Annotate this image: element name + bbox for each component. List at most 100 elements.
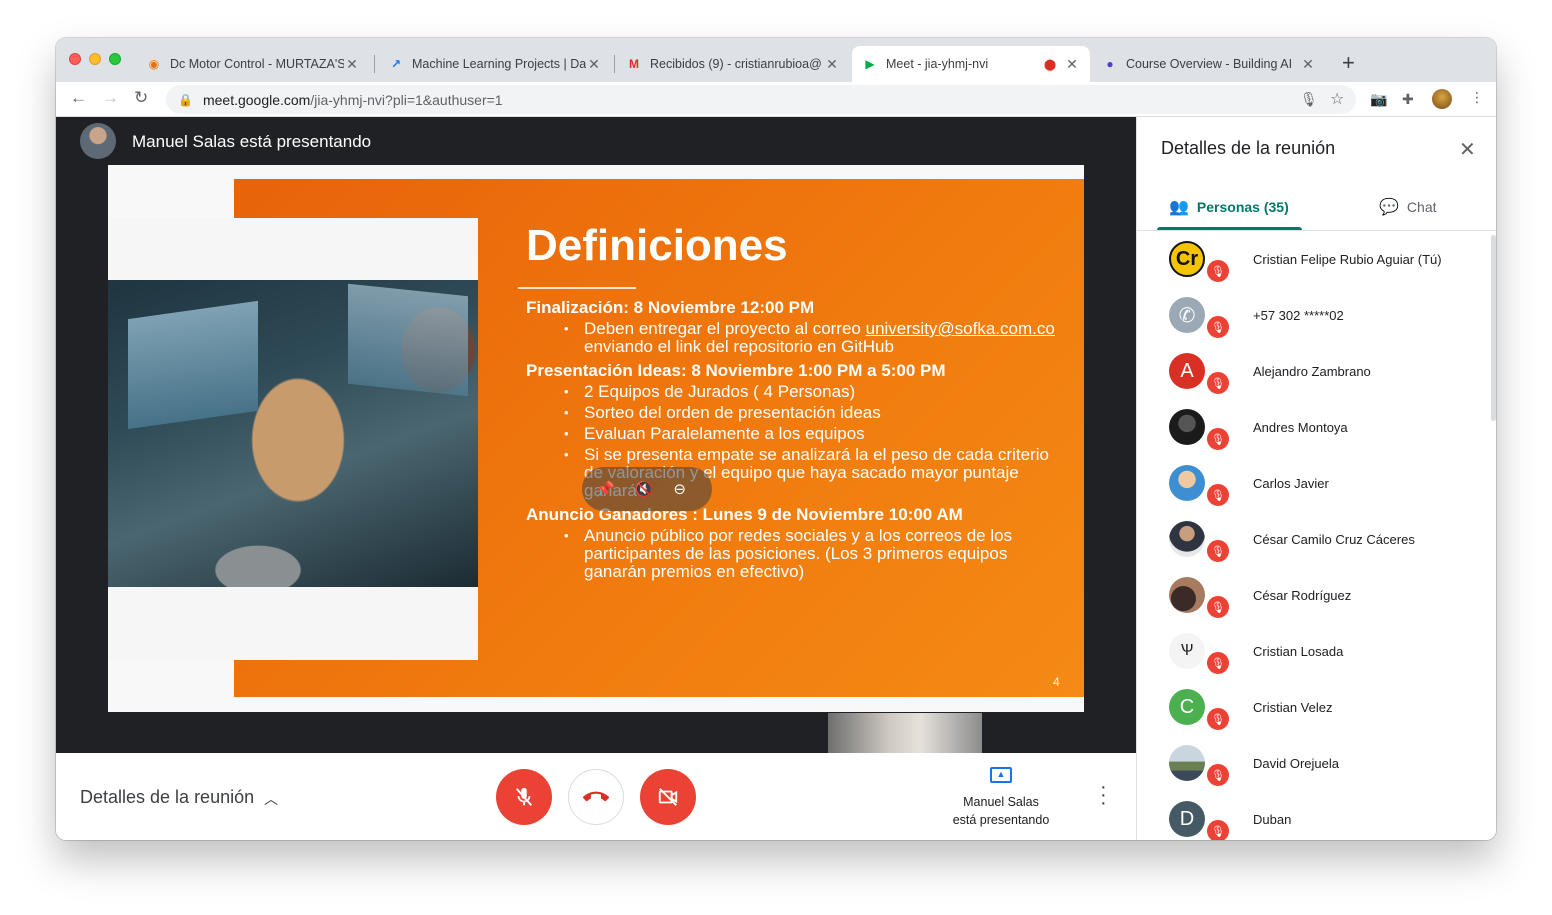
browser-tab-4-active[interactable]: ▶ Meet - jia-yhmj-nvi ⬤ ✕: [852, 46, 1090, 82]
remove-tile-icon[interactable]: ⊖: [673, 480, 686, 498]
lock-icon: 🔒: [178, 92, 193, 107]
slide-bullet: 2 Equipos de Jurados ( 4 Personas): [564, 383, 1066, 402]
browser-tab-3[interactable]: M Recibidos (9) - cristianrubioa@ ✕: [616, 46, 850, 82]
forward-icon[interactable]: →: [102, 88, 119, 108]
muted-mic-icon: 🎙: [1205, 482, 1231, 508]
microphone-off-button[interactable]: [496, 769, 552, 825]
muted-mic-icon: 🎙: [1205, 370, 1231, 396]
extensions-icon[interactable]: ✚: [1402, 91, 1414, 108]
muted-mic-icon: 🎙: [1205, 650, 1231, 676]
more-options-icon[interactable]: · · ·: [1100, 777, 1107, 813]
panel-title: Detalles de la reunión: [1161, 138, 1336, 158]
tab-strip: ◉ Dc Motor Control - MURTAZA'S ✕ ↗ Machi…: [56, 38, 1496, 82]
participant-row[interactable]: D 🎙 Duban: [1137, 791, 1489, 840]
back-icon[interactable]: ←: [70, 88, 87, 108]
camera-off-button[interactable]: [640, 769, 696, 825]
close-icon[interactable]: ✕: [1459, 137, 1476, 162]
muted-mic-icon: 🎙: [1205, 426, 1231, 452]
browser-tab-5[interactable]: ● Course Overview - Building AI ✕: [1092, 46, 1326, 82]
participant-avatar: [1169, 577, 1205, 613]
meeting-details-panel: Detalles de la reunión ✕ 👥 Personas (35)…: [1136, 117, 1496, 840]
participant-row[interactable]: Ѱ 🎙 Cristian Losada: [1137, 623, 1489, 679]
recording-icon: ⬤: [1043, 58, 1057, 71]
course-icon: ●: [1106, 57, 1114, 71]
presenter-bar: Manuel Salas está presentando: [56, 117, 1136, 165]
participant-avatar: [1169, 745, 1205, 781]
muted-mic-icon: 🎙: [1205, 818, 1231, 840]
email-link: university@sofka.com.co: [865, 319, 1055, 338]
slide-title-rule: [518, 287, 636, 289]
meeting-details-toggle[interactable]: Detalles de la reunión: [80, 787, 254, 808]
participant-row[interactable]: C 🎙 Cristian Velez: [1137, 679, 1489, 735]
browser-window: ◉ Dc Motor Control - MURTAZA'S ✕ ↗ Machi…: [56, 38, 1496, 840]
muted-mic-icon: 🎙: [1205, 258, 1231, 284]
reload-icon[interactable]: ↻: [134, 88, 148, 108]
minimize-window-button[interactable]: [89, 53, 101, 65]
call-controls-bar: Detalles de la reunión ︿ ▲ Manuel Salas …: [56, 753, 1136, 840]
slide-page-number: 4: [1053, 675, 1060, 689]
participant-row[interactable]: 🎙 César Camilo Cruz Cáceres: [1137, 511, 1489, 567]
new-tab-icon[interactable]: +: [1342, 50, 1355, 76]
robot-icon: ◉: [148, 57, 160, 71]
browser-toolbar: ← → ↻ 🔒 meet.google.com/jia-yhmj-nvi?pli…: [56, 82, 1496, 117]
participant-row[interactable]: 🎙 César Rodríguez: [1137, 567, 1489, 623]
participant-row[interactable]: 🎙 Carlos Javier: [1137, 455, 1489, 511]
slide-bullet: Deben entregar el proyecto al correo uni…: [564, 319, 1066, 356]
muted-mic-icon: 🎙: [1205, 314, 1231, 340]
browser-tab-1[interactable]: ◉ Dc Motor Control - MURTAZA'S ✕: [136, 46, 370, 82]
presenter-label: Manuel Salas está presentando: [132, 132, 372, 151]
participant-row[interactable]: A 🎙 Alejandro Zambrano: [1137, 343, 1489, 399]
participant-row[interactable]: ✆ 🎙 +57 302 *****02: [1137, 287, 1489, 343]
slide-section-head: Finalización: 8 Noviembre 12:00 PM: [526, 298, 815, 317]
browser-tab-2[interactable]: ↗ Machine Learning Projects | Da ✕: [378, 46, 612, 82]
participant-avatar: C: [1169, 689, 1205, 725]
address-bar[interactable]: 🔒 meet.google.com/jia-yhmj-nvi?pli=1&aut…: [166, 85, 1356, 114]
camera-icon[interactable]: 📷: [1370, 91, 1387, 108]
maximize-window-button[interactable]: [109, 53, 121, 65]
present-screen-icon[interactable]: ▲: [990, 767, 1012, 783]
tab-chat[interactable]: 💬 Chat: [1379, 197, 1437, 217]
participant-avatar: [1169, 465, 1205, 501]
slide-content: Finalización: 8 Noviembre 12:00 PM Deben…: [526, 299, 1066, 581]
hangup-icon: [583, 791, 609, 802]
participant-row[interactable]: 🎙 David Orejuela: [1137, 735, 1489, 791]
slide-photo: [108, 280, 478, 587]
tab-people[interactable]: 👥 Personas (35): [1169, 197, 1289, 217]
leave-call-button[interactable]: [568, 769, 624, 825]
close-tab-icon[interactable]: ✕: [1300, 56, 1316, 73]
bookmark-star-icon[interactable]: ☆: [1330, 89, 1344, 109]
participant-row[interactable]: 🎙 Andres Montoya: [1137, 399, 1489, 455]
presenter-avatar: [80, 123, 116, 159]
participant-avatar: Ѱ: [1169, 633, 1205, 669]
participant-avatar: D: [1169, 801, 1205, 837]
participant-list-scrollbar[interactable]: [1491, 235, 1496, 421]
participant-avatar: [1169, 409, 1205, 445]
people-icon: 👥: [1169, 199, 1189, 216]
chat-icon: 💬: [1379, 199, 1399, 216]
profile-avatar[interactable]: [1432, 89, 1452, 109]
pin-icon[interactable]: 📌: [596, 480, 615, 498]
shared-slide: Definiciones Finalización: 8 Noviembre 1…: [108, 165, 1084, 712]
presenting-status[interactable]: Manuel Salas está presentando: [936, 793, 1066, 829]
muted-mic-icon: 🎙: [1205, 762, 1231, 788]
muted-mic-icon: 🎙: [1205, 538, 1231, 564]
gmail-icon: M: [629, 57, 639, 71]
participant-avatar: [1169, 521, 1205, 557]
meet-icon: ▶: [865, 57, 875, 71]
chevron-up-icon[interactable]: ︿: [264, 789, 278, 809]
slide-bullet: Anuncio público por redes sociales y a l…: [564, 527, 1066, 581]
participant-row[interactable]: Cr 🎙 Cristian Felipe Rubio Aguiar (Tú): [1137, 231, 1489, 287]
self-video-thumbnail[interactable]: [828, 713, 982, 753]
muted-mic-icon: 🎙: [1205, 594, 1231, 620]
browser-menu-icon[interactable]: ⋮: [1470, 89, 1484, 106]
microphone-icon[interactable]: 🎙: [1300, 91, 1318, 108]
muted-mic-icon: 🎙: [1205, 706, 1231, 732]
participant-avatar: Cr: [1169, 241, 1205, 277]
close-tab-icon[interactable]: ✕: [1064, 56, 1080, 73]
mute-tile-icon[interactable]: 🔇: [635, 480, 654, 498]
close-tab-icon[interactable]: ✕: [586, 56, 602, 73]
close-tab-icon[interactable]: ✕: [344, 56, 360, 73]
close-tab-icon[interactable]: ✕: [824, 56, 840, 73]
slide-bullet: Sorteo del orden de presentación ideas: [564, 404, 1066, 423]
close-window-button[interactable]: [69, 53, 81, 65]
